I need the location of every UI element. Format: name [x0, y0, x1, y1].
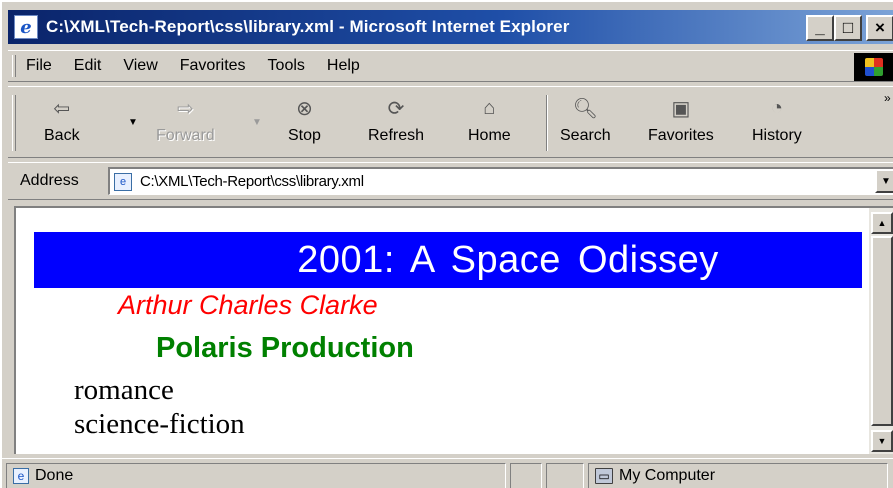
favorites-folder-icon: ▣ [671, 97, 691, 120]
scroll-up-button[interactable]: ▲ [871, 212, 893, 234]
back-button[interactable]: ⇦ Back [44, 91, 80, 155]
vertical-scrollbar[interactable]: ▲ ▼ [869, 206, 893, 454]
title-bar[interactable]: e C:\XML\Tech-Report\css\library.xml - M… [8, 10, 893, 44]
window-title: C:\XML\Tech-Report\css\library.xml - Mic… [46, 17, 570, 36]
address-value[interactable]: C:\XML\Tech-Report\css\library.xml [140, 173, 364, 190]
maximize-button[interactable]: □ [834, 15, 862, 41]
zone-label: My Computer [619, 467, 716, 484]
forward-label: Forward [156, 127, 215, 144]
home-label: Home [468, 127, 511, 144]
history-icon: ◔ [770, 96, 783, 119]
close-button[interactable]: × [866, 15, 893, 41]
document-view: 2001: A Space Odissey Arthur Charles Cla… [14, 206, 869, 454]
menu-grip[interactable] [12, 55, 16, 77]
xml-page-icon: e [114, 172, 132, 191]
browser-window: e C:\XML\Tech-Report\css\library.xml - M… [0, 0, 893, 488]
forward-button[interactable]: ⇨ Forward [156, 91, 215, 155]
address-bar: Address e C:\XML\Tech-Report\css\library… [8, 162, 893, 200]
toolbar-grip[interactable] [12, 95, 16, 151]
favorites-label: Favorites [648, 127, 714, 144]
menu-edit[interactable]: Edit [74, 57, 102, 75]
windows-logo-icon [854, 53, 893, 81]
menu-file[interactable]: File [26, 57, 52, 75]
book-author: Arthur Charles Clarke [118, 290, 378, 320]
done-page-icon: e [13, 468, 29, 484]
menu-tools[interactable]: Tools [268, 57, 305, 75]
stop-label: Stop [288, 127, 321, 144]
ie-logo-icon[interactable]: e [14, 15, 38, 39]
menu-help[interactable]: Help [327, 57, 360, 75]
history-button[interactable]: ◔ History [752, 91, 802, 155]
refresh-icon: ⟳ [387, 97, 405, 120]
minimize-button[interactable]: _ [806, 15, 834, 41]
toolbar-separator [546, 95, 548, 151]
book-genre: romance [74, 374, 174, 406]
scroll-thumb[interactable] [871, 236, 893, 426]
home-button[interactable]: ⌂ Home [468, 91, 511, 155]
refresh-button[interactable]: ⟳ Refresh [368, 91, 424, 155]
status-text: Done [35, 467, 74, 484]
scroll-down-button[interactable]: ▼ [871, 430, 893, 452]
my-computer-icon: ▭ [595, 468, 613, 484]
status-main-panel: e Done [6, 463, 506, 488]
standard-toolbar: ⇦ Back ▼ ⇨ Forward ▼ ⊗ Stop ⟳ Refresh ⌂ … [8, 86, 893, 158]
refresh-label: Refresh [368, 127, 425, 144]
address-label: Address [20, 172, 79, 189]
book-title: 2001: A Space Odissey [34, 232, 862, 288]
book-genre: science-fiction [74, 408, 245, 440]
status-panel [546, 463, 584, 488]
status-bar: e Done ▭ My Computer [2, 458, 893, 488]
security-zone-panel[interactable]: ▭ My Computer [588, 463, 888, 488]
search-icon: 🔍︎ [572, 97, 599, 120]
menu-view[interactable]: View [123, 57, 157, 75]
search-label: Search [560, 127, 611, 144]
back-arrow-icon: ⇦ [53, 97, 71, 120]
menu-favorites[interactable]: Favorites [180, 57, 246, 75]
stop-button[interactable]: ⊗ Stop [288, 91, 321, 155]
search-button[interactable]: 🔍︎ Search [560, 91, 611, 155]
toolbar-overflow-icon[interactable]: » [884, 91, 891, 105]
address-input[interactable]: e C:\XML\Tech-Report\css\library.xml ▼ [108, 167, 893, 195]
stop-icon: ⊗ [296, 97, 313, 120]
status-panel [510, 463, 542, 488]
book-publisher: Polaris Production [156, 332, 414, 364]
forward-dropdown-icon[interactable]: ▼ [252, 117, 262, 128]
address-dropdown-button[interactable]: ▼ [875, 169, 893, 193]
history-label: History [752, 127, 802, 144]
home-icon: ⌂ [483, 96, 496, 119]
back-label: Back [44, 127, 80, 144]
menu-bar: File Edit View Favorites Tools Help [8, 50, 893, 82]
back-dropdown-icon[interactable]: ▼ [128, 117, 138, 128]
favorites-button[interactable]: ▣ Favorites [648, 91, 714, 155]
forward-arrow-icon: ⇨ [176, 97, 194, 120]
